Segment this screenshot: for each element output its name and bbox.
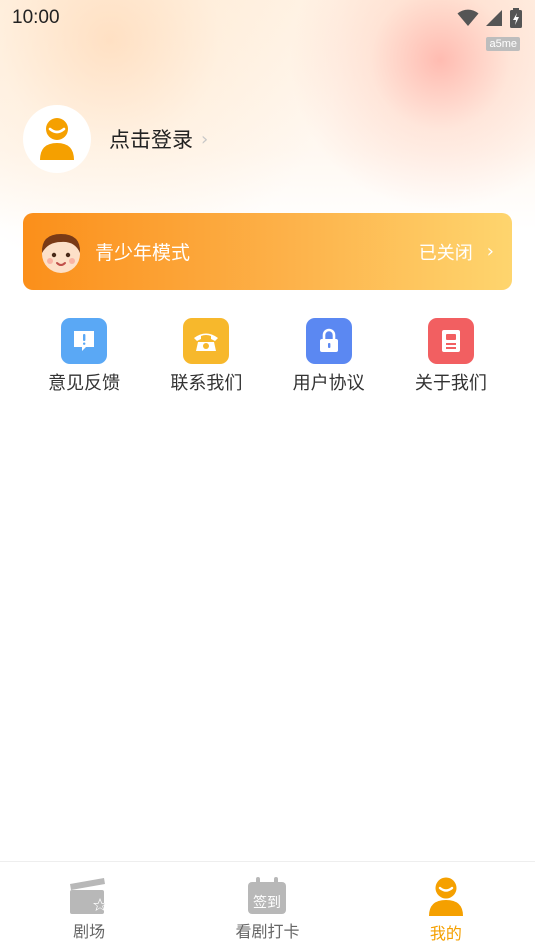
- phone-icon[interactable]: [183, 318, 230, 364]
- status-icons: [457, 8, 523, 28]
- lock-icon[interactable]: [305, 318, 352, 364]
- watermark: a5me: [486, 37, 520, 51]
- quick-link-feedback[interactable]: 意见反馈: [23, 318, 145, 395]
- book-icon[interactable]: [427, 318, 474, 364]
- calendar-checkin-icon: 签到: [248, 877, 287, 914]
- clapperboard-icon: [70, 878, 108, 914]
- youth-mode-title: 青少年模式: [95, 242, 191, 264]
- quick-link-label: 意见反馈: [48, 373, 121, 394]
- user-icon: [428, 877, 463, 916]
- status-bar: 10:00: [0, 0, 535, 36]
- login-text[interactable]: 点击登录: [109, 124, 193, 154]
- avatar[interactable]: [23, 105, 91, 173]
- quick-link-about[interactable]: 关于我们: [390, 318, 512, 395]
- quick-link-label: 关于我们: [414, 373, 487, 394]
- signal-icon: [486, 10, 502, 26]
- user-avatar-icon: [40, 118, 74, 160]
- bottom-tab-bar: 剧场 签到 看剧打卡 我的: [0, 861, 535, 951]
- quick-link-agreement[interactable]: 用户协议: [268, 318, 390, 395]
- youth-mode-status: 已关闭: [418, 242, 473, 264]
- quick-link-label: 联系我们: [170, 373, 243, 394]
- tab-checkin[interactable]: 签到 看剧打卡: [178, 862, 356, 951]
- wifi-icon: [457, 9, 479, 26]
- tab-label: 我的: [429, 924, 462, 943]
- quick-link-contact[interactable]: 联系我们: [145, 318, 267, 395]
- tab-label: 看剧打卡: [235, 922, 300, 941]
- child-face-icon: [41, 233, 81, 273]
- youth-mode-banner[interactable]: 青少年模式 已关闭 ›: [23, 213, 512, 290]
- chevron-right-icon: ›: [486, 241, 494, 262]
- tab-mine[interactable]: 我的: [357, 862, 535, 951]
- status-time: 10:00: [12, 7, 60, 28]
- login-row[interactable]: 点击登录 ›: [23, 105, 208, 173]
- quick-links: 意见反馈 联系我们 用户协议 关于我们: [23, 318, 512, 395]
- chevron-right-icon: ›: [201, 128, 209, 150]
- checkin-badge-text: 签到: [253, 894, 281, 911]
- quick-link-label: 用户协议: [292, 373, 365, 394]
- tab-theater[interactable]: 剧场: [0, 862, 178, 951]
- feedback-icon[interactable]: [61, 318, 108, 364]
- battery-icon: [510, 8, 522, 28]
- tab-label: 剧场: [73, 922, 106, 941]
